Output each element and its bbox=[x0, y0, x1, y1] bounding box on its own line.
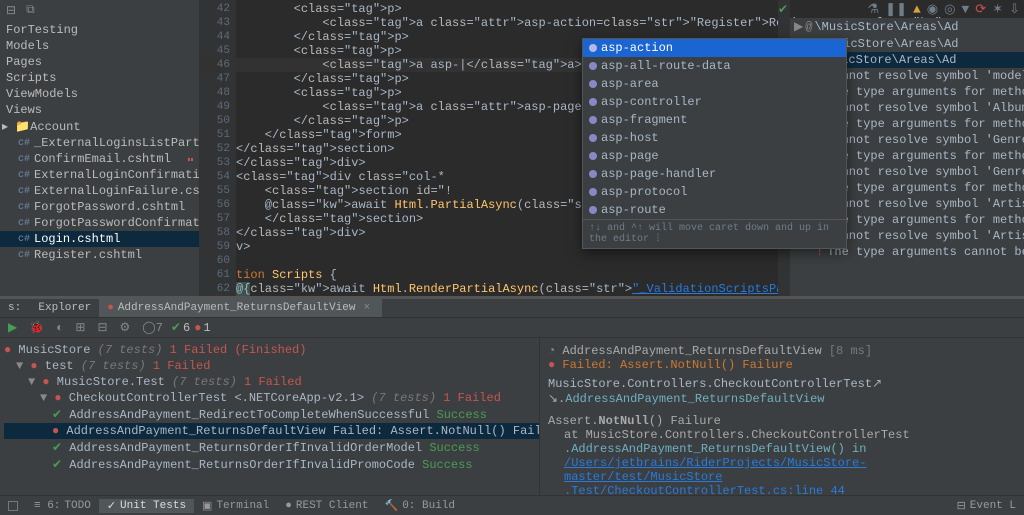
expand-icon[interactable]: ⊞ bbox=[71, 318, 89, 337]
test-node[interactable]: ✔ AddressAndPayment_RedirectToCompleteWh… bbox=[4, 406, 539, 423]
folder-pages[interactable]: Pages bbox=[0, 54, 199, 70]
test-node[interactable]: ▼ ● test (7 tests) 1 Failed bbox=[4, 358, 539, 374]
copy-icon[interactable]: ⧉ bbox=[26, 3, 35, 17]
completion-item[interactable]: asp-protocol bbox=[583, 183, 846, 201]
line-gutter: 4243444546474849505152535455565758596061… bbox=[200, 0, 236, 296]
completion-item[interactable]: asp-page-handler bbox=[583, 165, 846, 183]
tests-toolbar: ▶ 🐞 ◐ ⊞ ⊟ ⚙ ◯7 ✔6 ●1 bbox=[0, 318, 1024, 338]
completion-popup[interactable]: asp-actionasp-all-route-dataasp-areaasp-… bbox=[582, 38, 847, 249]
file-item-selected[interactable]: c#Login.cshtml bbox=[0, 231, 199, 247]
completion-hint: ↑↓ and ^↑ will move caret down and up in… bbox=[583, 219, 846, 248]
file-item[interactable]: c#_ExternalLoginsListPartial.c bbox=[0, 135, 199, 151]
pass-count: ✔6 bbox=[171, 320, 190, 335]
debug-icon[interactable]: 🐞 bbox=[25, 318, 48, 337]
eye-off-icon[interactable]: ◉ bbox=[927, 2, 938, 17]
folder-account[interactable]: ▸ 📁 Account bbox=[0, 118, 199, 135]
status-rest[interactable]: ● REST Client bbox=[277, 500, 376, 512]
collapse2-icon[interactable]: ⊟ bbox=[93, 318, 111, 337]
file-item[interactable]: c#ExternalLoginFailure.cshtm bbox=[0, 183, 199, 199]
folder-models[interactable]: Models bbox=[0, 38, 199, 54]
project-panel: ⊟ ⧉ ForTesting Models Pages Scripts View… bbox=[0, 0, 200, 296]
eye-icon[interactable]: ◎ bbox=[944, 2, 955, 17]
filter-icon[interactable]: ▼ bbox=[961, 2, 969, 17]
run-icon[interactable]: ▶ bbox=[4, 318, 21, 337]
download-icon[interactable]: ⇩ bbox=[1009, 2, 1020, 17]
test-node[interactable]: ● MusicStore (7 tests) 1 Failed (Finishe… bbox=[4, 342, 539, 358]
completion-item[interactable]: asp-controller bbox=[583, 93, 846, 111]
flask-icon[interactable]: ⚗ bbox=[868, 2, 880, 17]
unit-tests-panel: s: Explorer ●AddressAndPayment_ReturnsDe… bbox=[0, 299, 1024, 495]
completion-item[interactable]: asp-action bbox=[583, 39, 846, 57]
file-item[interactable]: c#ForgotPasswordConfirmatic bbox=[0, 215, 199, 231]
file-item[interactable]: c#ForgotPassword.cshtml bbox=[0, 199, 199, 215]
tool-window-icon[interactable] bbox=[8, 501, 18, 511]
test-node[interactable]: ▼ ● MusicStore.Test (7 tests) 1 Failed bbox=[4, 374, 539, 390]
status-eventlog[interactable]: ⊟ Event L bbox=[949, 499, 1024, 513]
warning-icon[interactable]: ▲ bbox=[913, 2, 921, 17]
coverage-icon[interactable]: ◐ bbox=[52, 319, 67, 337]
project-tree: ForTesting Models Pages Scripts ViewMode… bbox=[0, 20, 199, 263]
completion-item[interactable]: asp-host bbox=[583, 129, 846, 147]
tests-tabs: s: Explorer ●AddressAndPayment_ReturnsDe… bbox=[0, 299, 1024, 318]
folder-views[interactable]: Views bbox=[0, 102, 199, 118]
completion-item[interactable]: asp-fragment bbox=[583, 111, 846, 129]
completion-item[interactable]: asp-route bbox=[583, 201, 846, 219]
settings2-icon[interactable]: ⚙ bbox=[116, 318, 135, 337]
refresh-icon[interactable]: ⟳ bbox=[975, 2, 986, 17]
test-node[interactable]: ▼ ● CheckoutControllerTest <.NETCoreApp-… bbox=[4, 390, 539, 406]
file-item[interactable]: c#ConfirmEmail.cshtml bbox=[0, 151, 199, 167]
status-terminal[interactable]: ▣ Terminal bbox=[194, 499, 277, 513]
tab-explorer[interactable]: s: Explorer bbox=[0, 299, 99, 317]
status-build[interactable]: 🔨 0: Build bbox=[377, 499, 464, 513]
test-node[interactable]: ● AddressAndPayment_ReturnsDefaultView F… bbox=[4, 423, 539, 439]
completion-item[interactable]: asp-all-route-data bbox=[583, 57, 846, 75]
tests-tree: ● MusicStore (7 tests) 1 Failed (Finishe… bbox=[0, 338, 540, 504]
folder-viewmodels[interactable]: ViewModels bbox=[0, 86, 199, 102]
file-item[interactable]: c#ExternalLoginConfirmation.c bbox=[0, 167, 199, 183]
settings-icon[interactable]: ✶ bbox=[992, 2, 1003, 17]
test-node[interactable]: ✔ AddressAndPayment_ReturnsOrderIfInvali… bbox=[4, 439, 539, 456]
status-bar: ≡ 6: TODO ✓ Unit Tests ▣ Terminal ● REST… bbox=[0, 495, 1024, 515]
fail-count: ●1 bbox=[194, 321, 210, 335]
tests-output: ◔ AddressAndPayment_ReturnsDefaultView [… bbox=[540, 338, 1024, 504]
folder-scripts[interactable]: Scripts bbox=[0, 70, 199, 86]
collapse-icon[interactable]: ⊟ bbox=[6, 3, 16, 18]
check-icon: ✔ bbox=[778, 2, 788, 17]
status-unit-tests[interactable]: ✓ Unit Tests bbox=[99, 499, 194, 513]
completion-item[interactable]: asp-area bbox=[583, 75, 846, 93]
filter2-icon[interactable]: ◯7 bbox=[138, 318, 167, 337]
test-node[interactable]: ✔ AddressAndPayment_ReturnsOrderIfInvali… bbox=[4, 456, 539, 473]
pause-icon[interactable]: ❚❚ bbox=[885, 2, 907, 17]
status-todo[interactable]: ≡ 6: TODO bbox=[26, 500, 99, 512]
folder-fortesting[interactable]: ForTesting bbox=[0, 22, 199, 38]
tab-test-session[interactable]: ●AddressAndPayment_ReturnsDefaultView × bbox=[99, 299, 382, 317]
completion-item[interactable]: asp-page bbox=[583, 147, 846, 165]
file-item[interactable]: c#Register.cshtml bbox=[0, 247, 199, 263]
error-group[interactable]: ▶@\MusicStore\Areas\Ad bbox=[790, 18, 1024, 35]
close-tab-icon[interactable]: × bbox=[359, 302, 374, 314]
